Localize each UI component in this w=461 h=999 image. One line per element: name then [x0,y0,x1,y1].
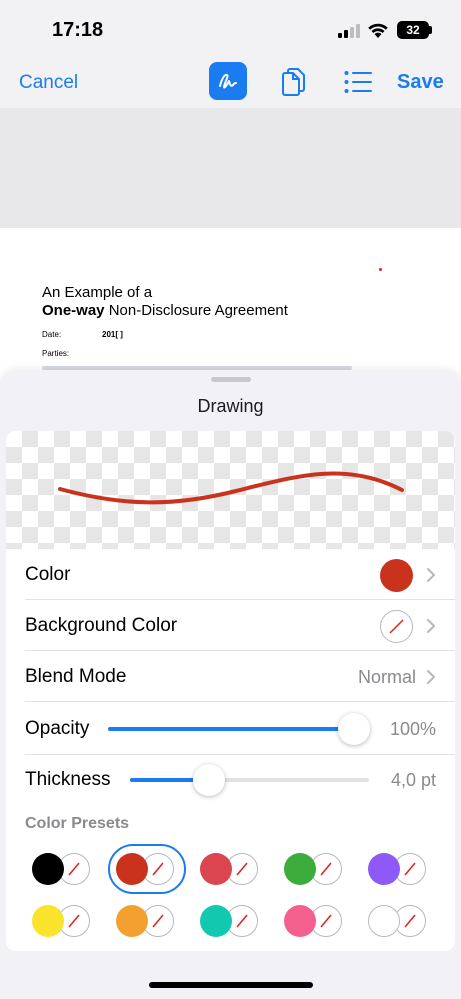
document-title-line2: One-way Non-Disclosure Agreement [42,302,288,319]
documents-icon[interactable] [280,68,306,96]
color-preset-light-red[interactable] [200,849,262,889]
preset-stroke-swatch [116,905,148,937]
background-color-label: Background Color [25,615,178,636]
color-preset-black[interactable] [32,849,94,889]
opacity-value: 100% [389,719,436,739]
preset-stroke-swatch [284,853,316,885]
status-time: 17:18 [52,19,104,41]
color-row[interactable]: Color [6,549,455,600]
sheet-title: Drawing [197,396,264,416]
preset-stroke-swatch [284,905,316,937]
no-color-icon [389,619,404,634]
thickness-row: Thickness 4,0 pt [6,755,455,806]
battery-icon: 32 [397,21,429,39]
opacity-slider-fill [108,727,354,731]
wifi-icon [368,23,388,38]
date-label: Date: [42,330,62,339]
no-color-swatch[interactable] [380,610,413,643]
chevron-right-icon [427,568,435,582]
preset-stroke-swatch [368,905,400,937]
parties-label: Parties: [42,349,70,358]
color-preset-purple[interactable] [368,849,430,889]
color-preset-teal[interactable] [200,901,262,941]
document-title-rest: Non-Disclosure Agreement [104,302,288,319]
document-title-line1: An Example of a [42,284,153,301]
drawing-settings-card: Color Background Color Blend Mode Normal… [6,431,455,951]
save-button[interactable]: Save [397,71,444,94]
thickness-slider-knob[interactable] [193,764,225,796]
battery-tip [429,26,432,34]
status-bar: 17:18 32 [0,0,461,56]
signature-pen-icon [219,73,237,89]
draw-tool-button[interactable] [209,62,247,100]
signal-icon [338,24,360,38]
color-presets-label: Color Presets [25,815,130,832]
preset-stroke-swatch [200,853,232,885]
sheet-grabber[interactable] [211,377,251,382]
preset-stroke-swatch [32,853,64,885]
color-preset-red[interactable] [116,849,178,889]
color-preset-pink[interactable] [284,901,346,941]
cancel-button[interactable]: Cancel [19,72,78,94]
drawing-sheet: Drawing Color Background Color Blend Mod… [0,371,461,999]
chevron-right-icon [427,670,435,684]
thickness-label: Thickness [25,769,111,790]
document-background [0,108,461,228]
blend-mode-label: Blend Mode [25,666,127,687]
chevron-right-icon [427,619,435,633]
color-preset-white[interactable] [368,901,430,941]
preset-stroke-swatch [368,853,400,885]
opacity-row: Opacity 100% [6,702,455,755]
opacity-label: Opacity [25,718,90,739]
color-swatch[interactable] [380,559,413,592]
opacity-slider[interactable] [108,713,370,745]
list-icon[interactable] [344,70,372,94]
document-text-line [42,366,352,370]
color-label: Color [25,564,71,585]
blend-mode-value: Normal [357,667,416,687]
home-indicator [149,982,313,988]
background-color-row[interactable]: Background Color [6,600,455,651]
preset-stroke-swatch [32,905,64,937]
thickness-slider[interactable] [130,764,369,796]
date-value: 201[ ] [102,330,123,339]
color-preset-green[interactable] [284,849,346,889]
document-mark [379,268,382,271]
color-preset-yellow[interactable] [32,901,94,941]
document-title-bold: One-way [42,302,105,319]
stroke-preview [6,431,455,549]
thickness-value: 4,0 pt [390,770,436,790]
color-preset-orange[interactable] [116,901,178,941]
preset-stroke-swatch [116,853,148,885]
preset-stroke-swatch [200,905,232,937]
blend-mode-row[interactable]: Blend Mode Normal [6,651,455,702]
opacity-slider-knob[interactable] [338,713,370,745]
stroke-preview-line [58,471,404,505]
top-toolbar: Cancel Save [0,56,461,108]
